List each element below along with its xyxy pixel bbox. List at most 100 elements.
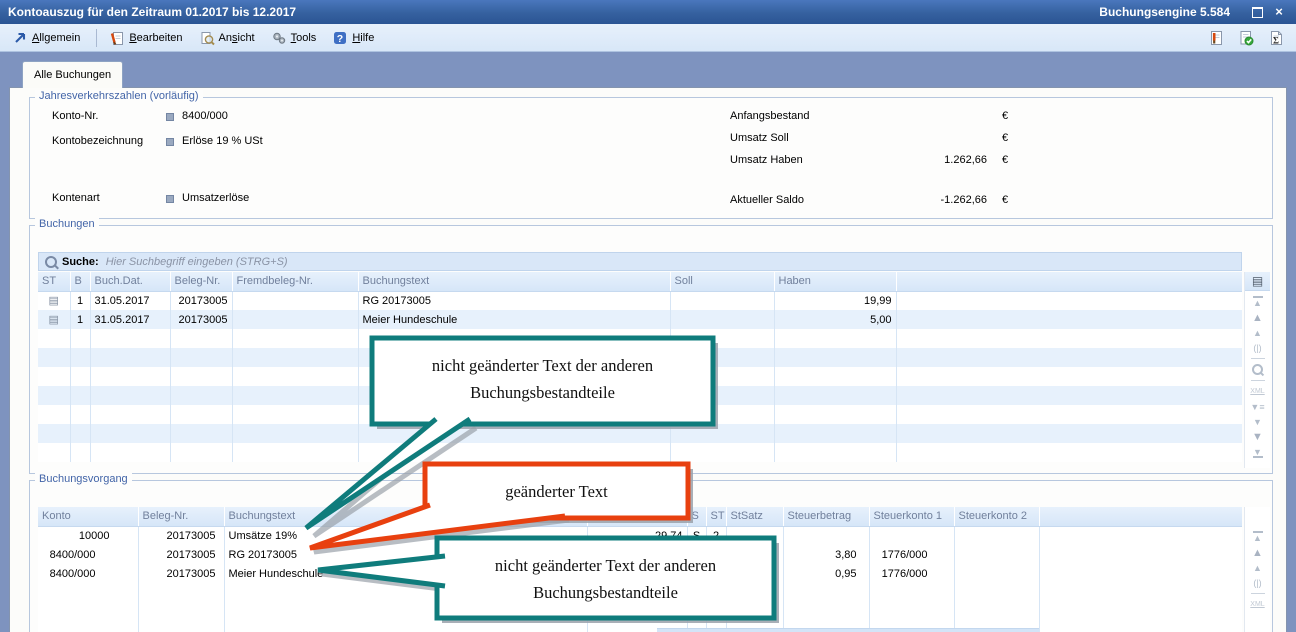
table-row[interactable]: ▤ 1 31.05.2017 20173005 Meier Hundeschul…	[38, 310, 1242, 329]
record-detail-icon[interactable]: ▤	[49, 314, 59, 326]
scroll-up-icon[interactable]: ▲	[1250, 546, 1266, 559]
column-header-fremdbelegnr[interactable]: Fremdbeleg-Nr.	[232, 272, 358, 291]
field-label-kontobezeichnung: Kontobezeichnung	[52, 135, 143, 147]
table-row[interactable]: 8400/000 20173005 RG 20173005 3,80 1776/…	[38, 545, 1242, 564]
table-row	[38, 386, 1242, 405]
menu-hilfe[interactable]: ? Hilfe	[332, 30, 374, 46]
tab-alle-buchungen[interactable]: Alle Buchungen	[22, 61, 123, 88]
buchungen-side-toolbar: ▤ ▲ ▲ ▲ (|) XML ▼≡ ▼ ▼ ▼	[1244, 272, 1270, 468]
column-header-konto[interactable]: Konto	[38, 507, 138, 526]
menu-bearbeiten[interactable]: Bearbeiten	[109, 30, 182, 46]
scroll-down-icon[interactable]: ▼	[1250, 430, 1266, 443]
field-bullet-icon	[166, 113, 174, 121]
document-approve-icon[interactable]	[1238, 30, 1254, 46]
field-value-kontobezeichnung: Erlöse 19 % USt	[182, 135, 263, 147]
divider	[1251, 358, 1265, 359]
step-up-icon[interactable]: ▲	[1250, 326, 1266, 339]
column-header-st[interactable]: ST	[38, 272, 70, 291]
document-sum-icon[interactable]: Σ	[1268, 30, 1284, 46]
groupbox-buchungsvorgang: Buchungsvorgang Konto Beleg-Nr. Buchungs…	[29, 480, 1273, 632]
search-input[interactable]	[104, 255, 1235, 269]
column-header-belegnr[interactable]: Beleg-Nr.	[138, 507, 224, 526]
table-row	[38, 621, 1242, 632]
column-header-steuerbetrag[interactable]: Steuerbetrag	[783, 507, 869, 526]
table-row	[38, 348, 1242, 367]
column-header-buchungstext[interactable]: Buchungstext	[358, 272, 670, 291]
document-tool-icon[interactable]	[1208, 30, 1224, 46]
column-header-b[interactable]: B	[70, 272, 90, 291]
table-row	[38, 405, 1242, 424]
app-title: Buchungsengine 5.584	[1099, 5, 1230, 19]
restore-window-icon[interactable]	[1248, 4, 1266, 20]
search-records-icon[interactable]	[1250, 363, 1266, 376]
field-value-kontenart: Umsatzerlöse	[182, 192, 249, 204]
table-row[interactable]: ▤ 1 31.05.2017 20173005 RG 20173005 19,9…	[38, 291, 1242, 310]
table-row[interactable]: 10000 20173005 Umsätze 19% 29,74 S 2	[38, 526, 1242, 545]
collapse-icon[interactable]: (|)	[1250, 576, 1266, 589]
menu-bar: Allgemein Bearbeiten Ansicht	[0, 24, 1296, 52]
groupbox-buchungen: Buchungen Suche: ST B Buch.Dat. Beleg-Nr…	[29, 225, 1273, 474]
buchungen-header-row: ST B Buch.Dat. Beleg-Nr. Fremdbeleg-Nr. …	[38, 272, 1242, 291]
step-up-icon[interactable]: ▲	[1250, 561, 1266, 574]
groupbox-title: Jahresverkehrszahlen (vorläufig)	[35, 90, 203, 102]
filter-icon[interactable]: ▼≡	[1250, 400, 1266, 413]
buchungsvorgang-header-row: Konto Beleg-Nr. Buchungstext S ST StSatz…	[38, 507, 1242, 526]
table-row	[38, 583, 1242, 602]
svg-text:?: ?	[337, 33, 343, 45]
currency-symbol: €	[1002, 110, 1008, 122]
view-magnifier-icon	[199, 30, 215, 46]
column-header-stsatz[interactable]: StSatz	[726, 507, 783, 526]
menu-separator	[96, 29, 97, 47]
column-chooser-icon[interactable]: ▤	[1245, 272, 1270, 291]
table-row	[38, 602, 1242, 621]
partial-next-row	[657, 628, 1039, 632]
column-header-steuerkonto1[interactable]: Steuerkonto 1	[869, 507, 954, 526]
field-label-anfangsbestand: Anfangsbestand	[730, 110, 810, 122]
record-detail-icon[interactable]: ▤	[49, 295, 59, 307]
scroll-to-bottom-icon[interactable]: ▼	[1250, 445, 1266, 458]
menu-tools[interactable]: Tools	[271, 30, 317, 46]
xml-export-icon[interactable]: XML	[1250, 598, 1266, 611]
column-header-buchdat[interactable]: Buch.Dat.	[90, 272, 170, 291]
tab-page: Jahresverkehrszahlen (vorläufig) Konto-N…	[9, 87, 1287, 632]
search-label: Suche:	[62, 256, 99, 268]
table-row	[38, 367, 1242, 386]
column-header-st[interactable]: ST	[706, 507, 726, 526]
divider	[1251, 593, 1265, 594]
currency-symbol: €	[1002, 132, 1008, 144]
column-header-s[interactable]: S	[687, 507, 706, 526]
arrow-ne-icon	[12, 30, 28, 46]
field-value-umsatz-haben: 1.262,66	[860, 154, 987, 166]
column-header-buchungstext[interactable]: Buchungstext	[224, 507, 587, 526]
buchungen-table: ST B Buch.Dat. Beleg-Nr. Fremdbeleg-Nr. …	[38, 272, 1242, 462]
scroll-to-top-icon[interactable]: ▲	[1250, 296, 1266, 309]
table-row[interactable]: 8400/000 20173005 Meier Hundeschule 0,95…	[38, 564, 1242, 583]
groupbox-jahresverkehrszahlen: Jahresverkehrszahlen (vorläufig) Konto-N…	[29, 97, 1273, 219]
gears-icon	[271, 30, 287, 46]
column-header-soll[interactable]: Soll	[670, 272, 774, 291]
column-header-steuerkonto2[interactable]: Steuerkonto 2	[954, 507, 1039, 526]
scroll-to-top-icon[interactable]: ▲	[1250, 531, 1266, 544]
menu-allgemein[interactable]: Allgemein	[12, 30, 80, 46]
field-label-umsatz-haben: Umsatz Haben	[730, 154, 803, 166]
application-window: Kontoauszug für den Zeitraum 01.2017 bis…	[0, 0, 1296, 632]
title-bar: Kontoauszug für den Zeitraum 01.2017 bis…	[0, 0, 1296, 24]
field-label-kontenart: Kontenart	[52, 192, 100, 204]
document-edit-icon	[109, 30, 125, 46]
collapse-icon[interactable]: (|)	[1250, 341, 1266, 354]
field-value-konto-nr: 8400/000	[182, 110, 228, 122]
menu-ansicht[interactable]: Ansicht	[199, 30, 255, 46]
buchungsvorgang-side-toolbar: ▲ ▲ ▲ (|) XML	[1244, 507, 1270, 632]
column-header-belegnr[interactable]: Beleg-Nr.	[170, 272, 232, 291]
help-icon: ?	[332, 30, 348, 46]
sigma-glyph: Σ	[1273, 35, 1279, 45]
xml-export-icon[interactable]: XML	[1250, 385, 1266, 398]
column-header-betrag[interactable]	[587, 507, 687, 526]
scroll-up-icon[interactable]: ▲	[1250, 311, 1266, 324]
column-header-haben[interactable]: Haben	[774, 272, 896, 291]
divider	[1251, 380, 1265, 381]
groupbox-title: Buchungen	[35, 218, 99, 230]
step-down-icon[interactable]: ▼	[1250, 415, 1266, 428]
close-window-icon[interactable]: ×	[1270, 4, 1288, 20]
field-bullet-icon	[166, 138, 174, 146]
